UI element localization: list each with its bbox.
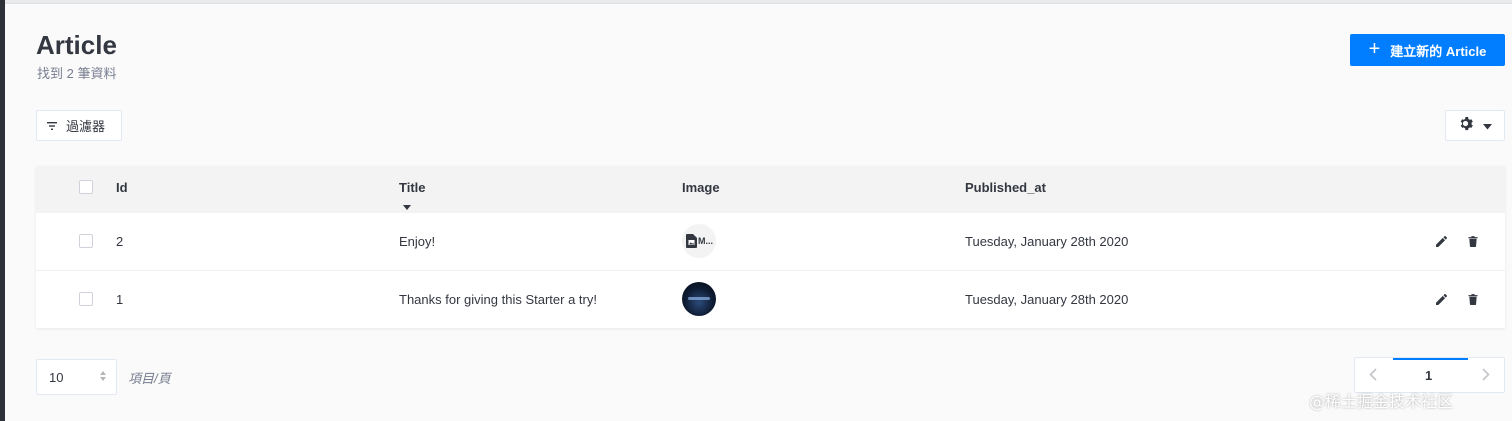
filter-button[interactable]: 過濾器	[36, 110, 122, 141]
row-title: Thanks for giving this Starter a try!	[399, 292, 597, 307]
gear-icon	[1458, 116, 1473, 136]
column-settings-button[interactable]	[1445, 110, 1505, 141]
column-header-published-at[interactable]: Published_at	[965, 180, 1046, 195]
column-header-image[interactable]: Image	[682, 180, 720, 195]
articles-table: Id Title Image Published_at 2 Enjoy! M..…	[36, 166, 1505, 328]
record-count: 找到 2 筆資料	[37, 66, 117, 81]
per-page-value: 10	[49, 370, 64, 385]
plus-icon: +	[1368, 38, 1381, 60]
chevron-down-icon	[1483, 117, 1492, 135]
filter-label: 過濾器	[66, 119, 106, 134]
row-published-at: Tuesday, January 28th 2020	[965, 234, 1129, 249]
watermark: @稀土掘金技术社区	[1309, 392, 1454, 411]
chevron-right-icon[interactable]	[1478, 366, 1494, 382]
row-title: Enjoy!	[399, 234, 436, 249]
edit-icon[interactable]	[1434, 234, 1448, 248]
file-thumbnail-label: M...	[698, 236, 713, 246]
select-all-checkbox[interactable]	[79, 180, 93, 194]
trash-icon[interactable]	[1466, 234, 1480, 248]
per-page-label: 項目/頁	[128, 371, 171, 386]
stepper-icon	[100, 371, 106, 381]
trash-icon[interactable]	[1466, 292, 1480, 306]
row-published-at: Tuesday, January 28th 2020	[965, 292, 1129, 307]
table-header: Id Title Image Published_at	[36, 166, 1505, 213]
column-header-id[interactable]: Id	[116, 180, 128, 195]
page-title: Article	[36, 30, 117, 60]
column-header-title[interactable]: Title	[399, 180, 426, 195]
current-page-number[interactable]: 1	[1425, 368, 1432, 383]
row-checkbox[interactable]	[79, 292, 93, 306]
filter-icon	[47, 118, 57, 133]
edit-icon[interactable]	[1434, 292, 1448, 306]
file-thumbnail[interactable]: M...	[682, 224, 716, 258]
file-icon	[686, 234, 697, 248]
row-id: 1	[116, 292, 124, 307]
image-thumbnail[interactable]	[682, 282, 716, 316]
row-checkbox[interactable]	[79, 234, 93, 248]
sort-desc-icon	[403, 205, 411, 210]
top-bar	[5, 0, 1512, 4]
active-page-indicator	[1393, 358, 1468, 360]
row-id: 2	[116, 234, 124, 249]
create-article-label: 建立新的 Article	[1390, 43, 1487, 59]
table-row[interactable]: 1 Thanks for giving this Starter a try! …	[36, 270, 1505, 327]
app-sidebar-edge	[0, 0, 5, 421]
chevron-left-icon[interactable]	[1365, 366, 1381, 382]
per-page-select[interactable]: 10	[36, 359, 117, 395]
table-row[interactable]: 2 Enjoy! M... Tuesday, January 28th 2020	[36, 213, 1505, 270]
create-article-button[interactable]: + 建立新的 Article	[1350, 34, 1505, 66]
